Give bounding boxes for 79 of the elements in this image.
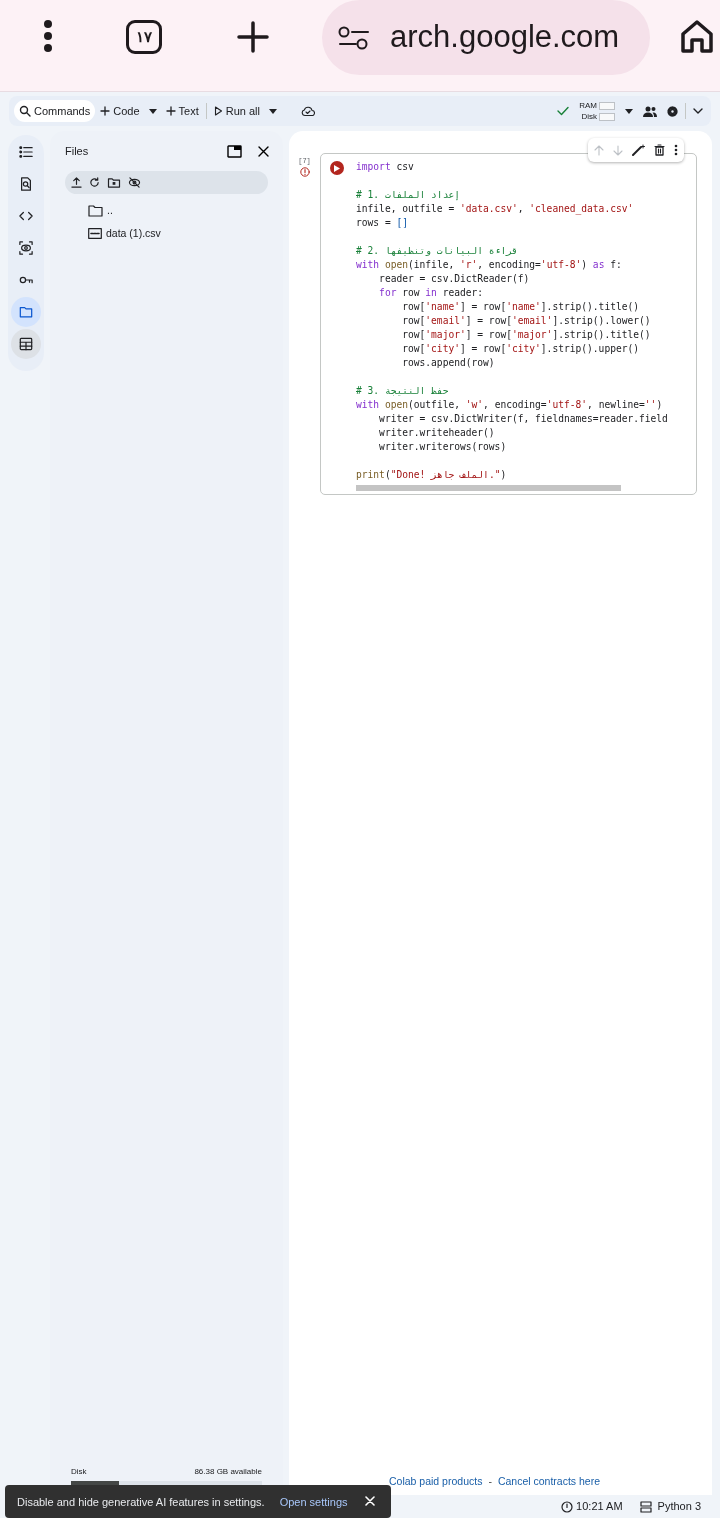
home-icon[interactable] — [680, 19, 714, 53]
code-line: with open(infile, 'r', encoding='utf-8') as f: — [356, 258, 623, 272]
more-icon[interactable] — [674, 144, 678, 156]
tune-icon[interactable] — [338, 25, 370, 50]
code-line: rows = [] — [356, 216, 409, 230]
caret-icon[interactable] — [625, 108, 633, 114]
code-line: writer.writeheader() — [378, 426, 496, 440]
play-icon — [334, 164, 340, 172]
scrollbar[interactable] — [356, 485, 621, 491]
disk-label: Disk — [71, 1466, 87, 1478]
close-icon[interactable] — [258, 145, 269, 157]
file-icon — [88, 228, 102, 239]
more-icon[interactable] — [43, 19, 53, 53]
toast-message: Disable and hide generative AI features in settings. — [17, 1495, 265, 1510]
caret-icon[interactable] — [148, 108, 157, 114]
play-icon — [213, 106, 223, 116]
code-line: row['name'] = row['name'].strip().title() — [401, 300, 641, 314]
search-icon — [19, 105, 31, 117]
run-all-button[interactable]: Run all — [208, 100, 265, 122]
add-button[interactable]: Text — [160, 100, 204, 122]
file-row[interactable]: .. — [50, 199, 283, 222]
code-line: rows.append(row) — [401, 356, 496, 370]
upload-icon[interactable] — [71, 177, 82, 188]
code-icon — [19, 209, 33, 223]
code-line: with open(outfile, 'w', encoding='utf-8', newline='') — [356, 398, 664, 412]
cloud-icon[interactable] — [301, 105, 315, 117]
resource-meter — [599, 101, 615, 110]
folder-icon — [19, 305, 33, 319]
resource-meter — [599, 112, 615, 121]
clock-icon — [561, 1500, 574, 1513]
code-line: # 2. قراءة البيانات وتنظيفها — [356, 244, 519, 258]
execution-time: 10:21 AM — [576, 1499, 623, 1515]
code-line: infile, outfile = 'data.csv', 'cleaned_data.csv' — [356, 202, 635, 216]
table-icon — [19, 337, 33, 351]
document-search-icon — [19, 177, 33, 191]
file-row[interactable]: data (1).csv — [50, 222, 283, 245]
add-button[interactable]: Code — [95, 100, 145, 122]
panel-title: Files — [65, 143, 90, 159]
separator: - — [488, 1474, 492, 1490]
meter-label: RAM — [579, 100, 597, 111]
runtime-label: Python 3 — [657, 1499, 701, 1515]
run-cell-button[interactable] — [330, 161, 344, 175]
files-tab[interactable] — [11, 297, 41, 327]
plus-icon — [165, 106, 176, 116]
code-line: row['email'] = row['email'].strip().lower() — [401, 314, 652, 328]
folder-icon — [88, 204, 103, 217]
people-icon[interactable] — [643, 105, 657, 117]
code-line: import csv — [356, 160, 415, 174]
code-line: # 3. حفظ النتيجة — [356, 384, 450, 398]
code-line: reader = csv.DictReader(f) — [378, 272, 531, 286]
code-line: for row in reader: — [378, 286, 485, 300]
caret-icon[interactable] — [269, 108, 277, 114]
code-line: row['city'] = row['city'].strip().upper() — [401, 342, 641, 356]
trash-icon[interactable] — [654, 144, 665, 156]
refresh-icon[interactable] — [89, 177, 100, 188]
commands-button[interactable]: Commands — [14, 100, 96, 122]
server-icon — [639, 1500, 652, 1513]
plus-icon[interactable] — [236, 20, 270, 54]
footer-link[interactable]: Cancel contracts here — [497, 1474, 601, 1490]
address-bar[interactable]: arch.google.com — [322, 0, 650, 75]
disk-available: 86.38 GB available — [194, 1466, 262, 1478]
list-icon — [19, 145, 33, 159]
magic-wand-icon[interactable] — [632, 144, 645, 156]
code-line: writer.writerows(rows) — [378, 440, 508, 454]
table-tab[interactable] — [11, 329, 41, 359]
eye-off-icon[interactable] — [128, 177, 141, 188]
code-line: # 1. إعداد الملفات — [356, 188, 461, 202]
folder-upload-icon[interactable] — [107, 177, 121, 188]
meter-label: Disk — [581, 111, 597, 122]
chevron-down-icon[interactable] — [693, 108, 703, 114]
footer-link[interactable]: Colab paid products — [389, 1474, 483, 1490]
open-settings-link[interactable]: Open settings — [279, 1494, 348, 1511]
tab-count-button[interactable]: ١٧ — [126, 20, 162, 54]
plus-icon — [100, 106, 111, 116]
code-cell[interactable] — [320, 153, 697, 495]
code-line: row['major'] = row['major'].strip().title() — [401, 328, 652, 342]
code-line: writer = csv.DictWriter(f, fieldnames=reader.field — [378, 412, 669, 426]
eye-icon — [19, 241, 33, 255]
new-window-icon[interactable] — [227, 144, 242, 158]
